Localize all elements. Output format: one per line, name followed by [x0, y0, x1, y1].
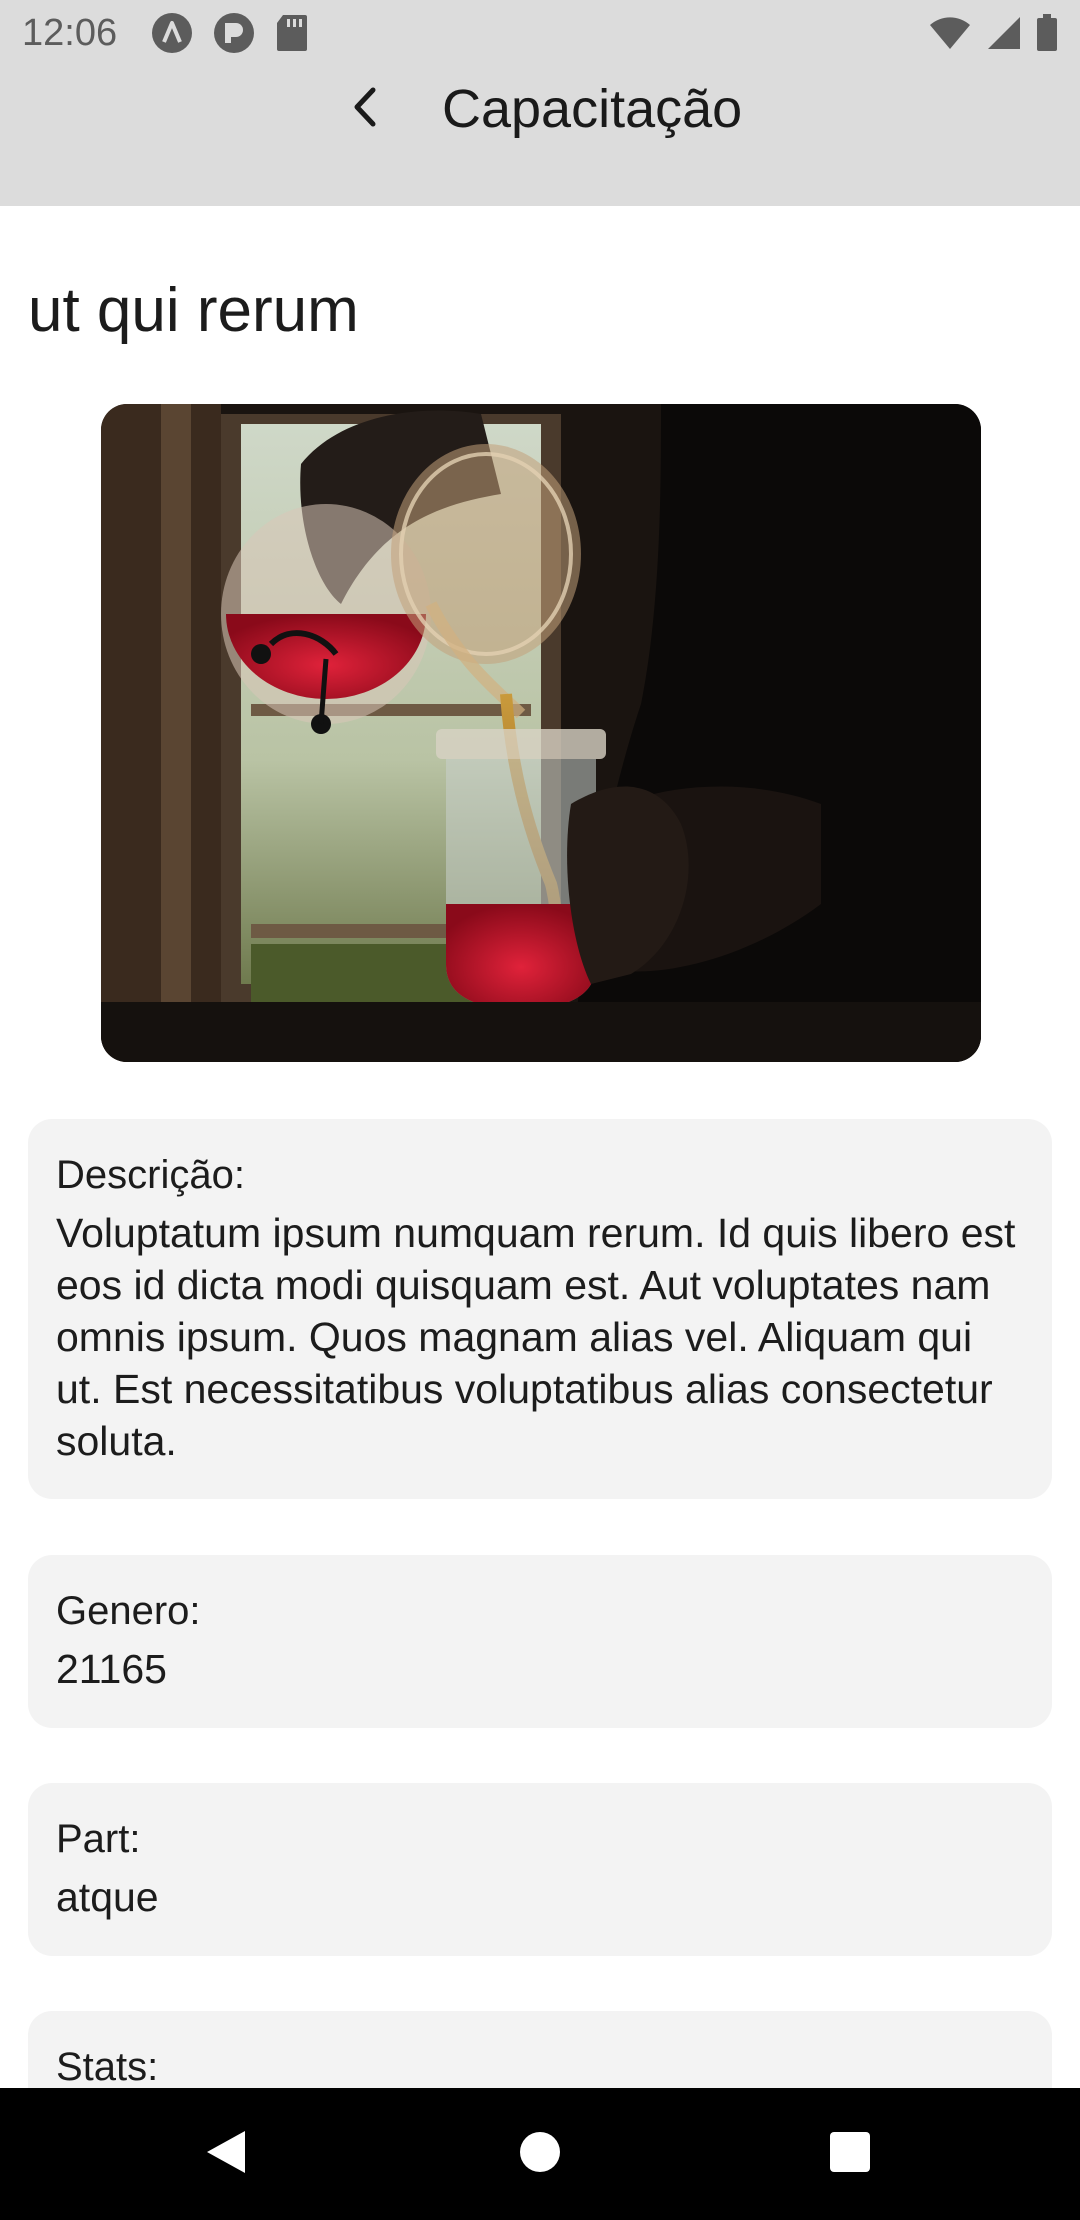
home-circle-icon	[518, 2130, 562, 2179]
stats-card: Stats:	[28, 2011, 1052, 2088]
nav-recents-button[interactable]	[790, 2088, 910, 2220]
part-value: atque	[56, 1874, 159, 1920]
chevron-left-icon	[345, 82, 385, 137]
nav-back-button[interactable]	[166, 2088, 286, 2220]
recents-square-icon	[828, 2130, 872, 2179]
battery-icon	[1036, 14, 1058, 52]
app-bar: Capacitação	[0, 66, 1080, 206]
genero-value: 21165	[56, 1646, 167, 1692]
detail-content[interactable]: ut qui rerum Descrição: Voluptatum ipsum…	[0, 206, 1080, 2088]
status-left: 12:06	[22, 12, 309, 55]
status-time: 12:06	[22, 11, 118, 54]
back-triangle-icon	[203, 2127, 249, 2182]
signal-icon	[986, 15, 1022, 51]
description-label: Descrição:	[56, 1153, 245, 1197]
part-card: Part: atque	[28, 1783, 1052, 1956]
sd-card-icon	[275, 13, 309, 53]
genero-card: Genero: 21165	[28, 1555, 1052, 1728]
description-value: Voluptatum ipsum numquam rerum. Id quis …	[56, 1210, 1016, 1464]
status-right	[928, 14, 1058, 52]
app-p-icon	[213, 12, 255, 54]
nav-home-button[interactable]	[480, 2088, 600, 2220]
back-button[interactable]	[330, 74, 400, 144]
item-title: ut qui rerum	[28, 276, 359, 345]
page-title: Capacitação	[442, 79, 743, 139]
genero-label: Genero:	[56, 1589, 201, 1633]
part-label: Part:	[56, 1817, 141, 1861]
description-card: Descrição: Voluptatum ipsum numquam reru…	[28, 1119, 1052, 1499]
wifi-icon	[928, 15, 972, 51]
stats-label: Stats:	[56, 2045, 159, 2088]
status-bar: 12:06	[0, 0, 1080, 66]
tea-pouring-photo	[101, 404, 981, 1062]
app-a-icon	[151, 12, 193, 54]
system-nav-bar	[0, 2088, 1080, 2220]
